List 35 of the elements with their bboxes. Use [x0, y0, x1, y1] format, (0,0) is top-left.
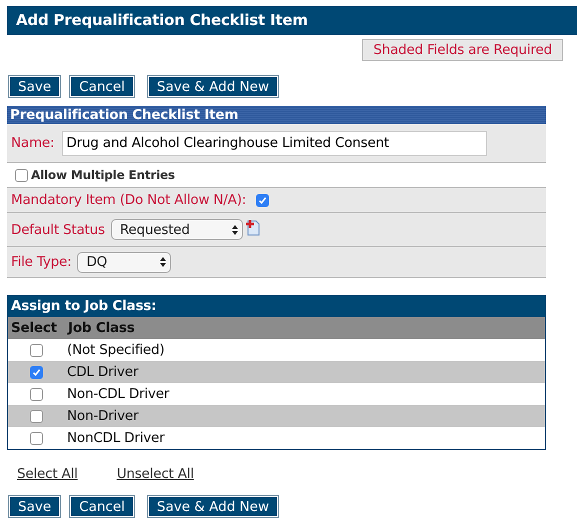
text-link[interactable]: Unselect All: [116, 466, 194, 482]
action-button[interactable]: Save: [9, 76, 60, 97]
column-header: Job Class: [66, 320, 136, 336]
select-field[interactable]: DQ: [77, 252, 172, 272]
field-label: Mandatory Item (Do Not Allow N/A):: [11, 192, 246, 208]
field-label: File Type:: [11, 254, 72, 270]
job-class-name: Non-CDL Driver: [66, 386, 170, 402]
field-label: Name:: [11, 135, 54, 151]
add-document-icon[interactable]: [244, 219, 260, 236]
field-label: Default Status: [11, 222, 105, 238]
name-field[interactable]: Drug and Alcohol Clearinghouse Limited Consent: [62, 130, 488, 156]
job-class-name: CDL Driver: [66, 364, 140, 380]
job-class-name: NonCDL Driver: [66, 430, 166, 446]
required-note: Shaded Fields are Required: [362, 39, 563, 61]
action-button[interactable]: Save: [9, 496, 60, 517]
select-field[interactable]: Requested: [110, 219, 243, 240]
checkbox[interactable]: [256, 194, 270, 206]
checkbox[interactable]: [30, 388, 43, 400]
field-label: Allow Multiple Entries: [31, 168, 175, 182]
page-title: Add Prequalification Checklist Item: [7, 6, 577, 35]
action-button[interactable]: Cancel: [70, 496, 134, 517]
dropdown-arrows-icon[interactable]: [232, 224, 238, 234]
action-button[interactable]: Cancel: [70, 76, 134, 97]
checkbox[interactable]: [30, 366, 43, 378]
dropdown-arrows-icon[interactable]: [160, 257, 166, 267]
job-class-name: Non-Driver: [66, 408, 140, 424]
text-link[interactable]: Select All: [17, 466, 78, 482]
column-header: Select: [10, 320, 58, 336]
table-title: Assign to Job Class:: [8, 296, 545, 317]
checkbox[interactable]: [15, 168, 28, 182]
checkbox[interactable]: [30, 432, 43, 444]
section-header: Prequalification Checklist Item: [7, 106, 546, 124]
job-class-name: (Not Specified): [66, 342, 166, 358]
checkbox[interactable]: [30, 410, 43, 422]
checkbox[interactable]: [30, 344, 43, 356]
